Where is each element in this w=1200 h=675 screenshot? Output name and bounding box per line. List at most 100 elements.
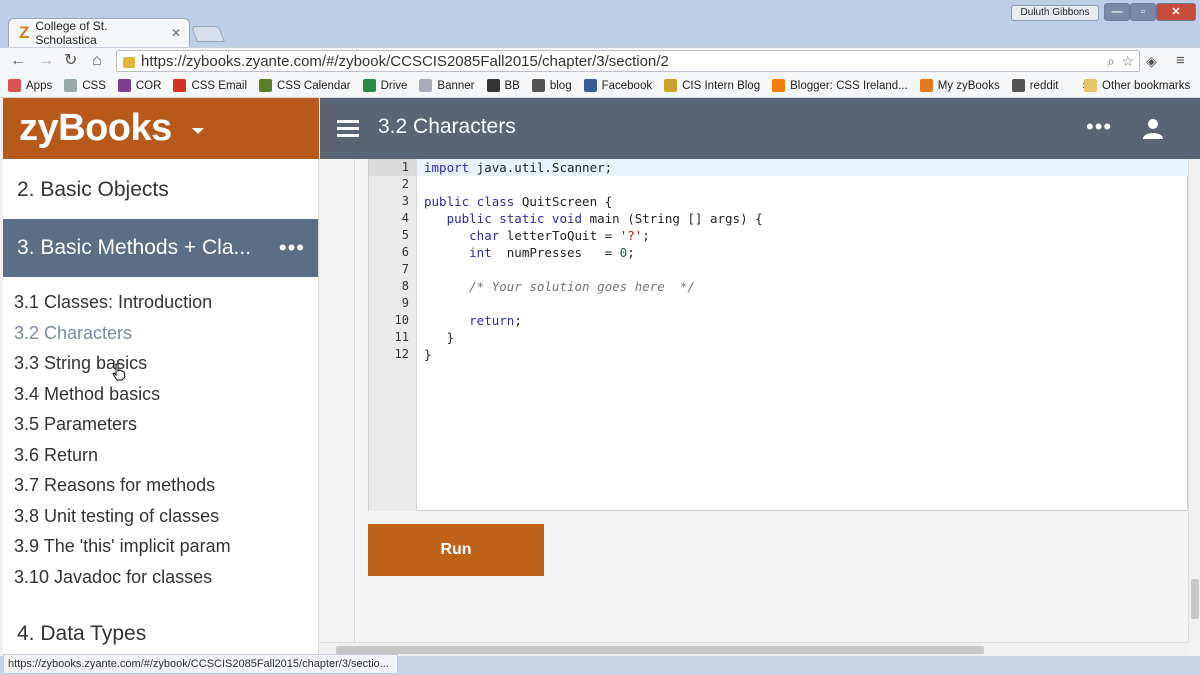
sidebar-section-item[interactable]: 3.9 The 'this' implicit param xyxy=(14,536,231,557)
vertical-scroll-thumb[interactable] xyxy=(1191,579,1199,619)
line-number: 7 xyxy=(401,262,409,276)
sidebar-section-item[interactable]: 3.4 Method basics xyxy=(14,384,160,405)
bookmark-label: CSS xyxy=(82,79,106,92)
zoom-icon[interactable]: ⌕ xyxy=(1107,53,1115,70)
code-line-11[interactable]: } xyxy=(424,329,455,346)
sidebar-section-item[interactable]: 3.5 Parameters xyxy=(14,414,137,435)
other-bookmarks-label: Other bookmarks xyxy=(1102,79,1191,92)
reload-icon[interactable]: ↻ xyxy=(64,51,77,71)
bookmark-label: BB xyxy=(504,79,520,92)
line-number: 4 xyxy=(401,211,409,225)
chevron-down-icon[interactable] xyxy=(191,127,204,134)
line-number: 12 xyxy=(394,347,409,361)
chapter-label: 3. Basic Methods + Cla... xyxy=(17,236,252,259)
sidebar-chapter-3[interactable]: 3. Basic Methods + Cla... ••• xyxy=(3,219,318,277)
sidebar-section-item[interactable]: 3.7 Reasons for methods xyxy=(14,475,215,496)
bookmark-item[interactable]: CSS Calendar xyxy=(259,79,351,92)
code-line-12[interactable]: } xyxy=(424,346,432,363)
bookmark-item[interactable]: Blogger: CSS Ireland... xyxy=(772,79,908,92)
sidebar-section-item[interactable]: 3.2 Characters xyxy=(14,323,132,344)
horizontal-scroll-thumb[interactable] xyxy=(336,646,984,654)
bookmark-item[interactable]: Banner xyxy=(419,79,475,92)
bookmark-item[interactable]: reddit xyxy=(1011,79,1059,92)
status-bar-url: https://zybooks.zyante.com/#/zybook/CCSC… xyxy=(3,654,398,674)
home-icon[interactable]: ⌂ xyxy=(92,51,102,71)
other-bookmarks-folder[interactable]: Other bookmarks xyxy=(1084,79,1190,92)
forward-arrow-icon[interactable]: → xyxy=(38,51,54,71)
brand-header[interactable]: zyBooks xyxy=(3,98,319,159)
zybooks-icon xyxy=(919,79,933,92)
user-profile-icon[interactable] xyxy=(1142,118,1164,140)
bookmark-label: reddit xyxy=(1029,79,1059,92)
sidebar-section-item[interactable]: 3.6 Return xyxy=(14,445,98,466)
sidebar-section-item[interactable]: 3.3 String basics xyxy=(14,353,147,374)
bookmark-item[interactable]: My zyBooks xyxy=(919,79,1000,92)
maximize-button[interactable]: ▫ xyxy=(1130,3,1156,21)
code-editor[interactable]: 1 2 3 4 5 6 7 8 9 10 11 12 import java.util.Scanner… xyxy=(368,159,1188,511)
bookmark-star-icon[interactable]: ☆ xyxy=(1121,53,1134,70)
line-number: 5 xyxy=(401,228,409,242)
cor-icon xyxy=(117,79,131,92)
minimize-button[interactable]: — xyxy=(1104,3,1130,21)
bookmark-item[interactable]: BB xyxy=(486,79,520,92)
address-bar[interactable]: https://zybooks.zyante.com/#/zybook/CCSC… xyxy=(116,50,1140,72)
bookmark-item[interactable]: CSS xyxy=(64,79,106,92)
line-number: 10 xyxy=(394,313,409,327)
zybooks-tab-icon: Z xyxy=(19,23,30,42)
sidebar-section-item[interactable]: 3.8 Unit testing of classes xyxy=(14,506,219,527)
app-header: 3.2 Characters ••• xyxy=(320,98,1200,159)
content-divider xyxy=(354,159,355,642)
close-window-button[interactable]: ✕ xyxy=(1156,3,1196,21)
browser-tab-active[interactable]: Z College of St. Scholastica ✕ xyxy=(8,18,190,47)
page-icon xyxy=(664,79,678,92)
bookmark-item[interactable]: Drive xyxy=(362,79,407,92)
chapter-label: 4. Data Types xyxy=(17,622,147,645)
chapter-label: 2. Basic Objects xyxy=(17,178,169,201)
chapter-more-icon[interactable]: ••• xyxy=(279,237,305,259)
code-line-10[interactable]: return; xyxy=(424,312,522,329)
bookmark-label: Blogger: CSS Ireland... xyxy=(790,79,908,92)
bookmark-item[interactable]: COR xyxy=(117,79,161,92)
browser-titlebar: Z College of St. Scholastica ✕ Duluth Gi… xyxy=(0,0,1200,47)
bookmark-label: Apps xyxy=(26,79,53,92)
browser-user-badge[interactable]: Duluth Gibbons xyxy=(1011,5,1099,21)
blog-icon xyxy=(531,79,545,92)
facebook-icon xyxy=(583,79,597,92)
code-line-1[interactable]: import java.util.Scanner; xyxy=(424,159,612,176)
bookmark-item[interactable]: blog xyxy=(531,79,572,92)
vertical-scrollbar[interactable] xyxy=(1188,159,1200,642)
line-number-gutter: 1 2 3 4 5 6 7 8 9 10 11 12 xyxy=(369,159,417,511)
extension-icon[interactable]: ◈ xyxy=(1146,51,1157,71)
bookmark-label: My zyBooks xyxy=(937,79,1000,92)
main-content: 1 2 3 4 5 6 7 8 9 10 11 12 import java.util.Scanner… xyxy=(320,159,1188,642)
sidebar-section-item[interactable]: 3.1 Classes: Introduction xyxy=(14,292,212,313)
run-button[interactable]: Run xyxy=(368,524,544,576)
menu-icon[interactable] xyxy=(337,120,359,137)
bookmark-item[interactable]: CIS Intern Blog xyxy=(664,79,760,92)
code-line-4[interactable]: public static void main (String [] args)… xyxy=(424,210,763,227)
shield-icon xyxy=(259,79,273,92)
new-tab-button[interactable] xyxy=(191,26,225,42)
bookmark-item[interactable]: Apps xyxy=(8,79,52,92)
bookmark-item[interactable]: Facebook xyxy=(583,79,652,92)
page-icon xyxy=(419,79,433,92)
folder-icon xyxy=(1084,79,1097,92)
sidebar-chapter-2[interactable]: 2. Basic Objects xyxy=(3,161,318,219)
sidebar-section-item[interactable]: 3.10 Javadoc for classes xyxy=(14,567,212,588)
reddit-icon xyxy=(1011,79,1025,92)
chrome-menu-icon[interactable]: ≡ xyxy=(1176,51,1185,71)
code-line-3[interactable]: public class QuitScreen { xyxy=(424,193,612,210)
code-line-8[interactable]: /* Your solution goes here */ xyxy=(424,278,695,295)
line-number: 3 xyxy=(401,194,409,208)
code-line-6[interactable]: int numPresses = 0; xyxy=(424,244,635,261)
back-arrow-icon[interactable]: ← xyxy=(10,51,26,71)
horizontal-scrollbar[interactable] xyxy=(320,642,1188,656)
line-number: 1 xyxy=(401,160,409,174)
tab-close-icon[interactable]: ✕ xyxy=(171,26,181,40)
code-line-5[interactable]: char letterToQuit = '?'; xyxy=(424,227,650,244)
browser-toolbar: ← → ↻ ⌂ https://zybooks.zyante.com/#/zyb… xyxy=(0,47,1200,74)
sidebar-chapter-4[interactable]: 4. Data Types xyxy=(3,605,318,654)
bookmark-item[interactable]: CSS Email xyxy=(173,79,247,92)
bookmark-label: CSS Email xyxy=(191,79,248,92)
more-options-icon[interactable]: ••• xyxy=(1086,116,1112,138)
